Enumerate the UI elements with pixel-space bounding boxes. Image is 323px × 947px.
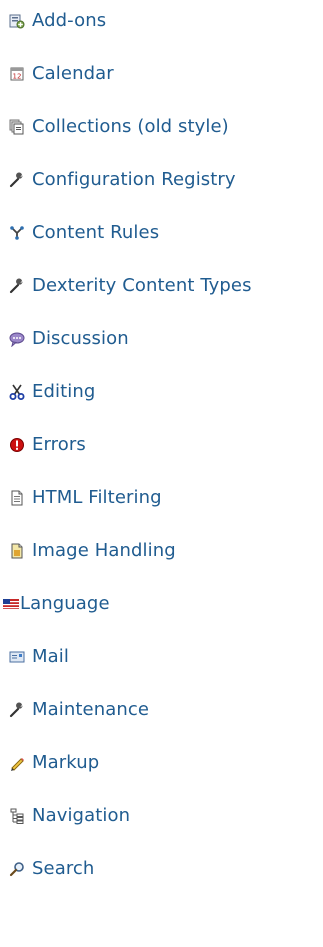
sitemap-icon xyxy=(9,808,25,824)
menu-item-label: Mail xyxy=(32,646,69,667)
menu-item-addons[interactable]: Add-ons xyxy=(0,7,106,35)
flag-icon xyxy=(3,596,19,612)
pencil-icon xyxy=(9,755,25,771)
menu-item-label: Image Handling xyxy=(32,540,176,561)
menu-item-language[interactable]: Language xyxy=(0,590,110,618)
image-icon xyxy=(9,543,25,559)
wrench-icon xyxy=(9,172,25,188)
magnifier-icon xyxy=(9,861,25,877)
menu-item-search[interactable]: Search xyxy=(0,855,94,883)
calendar-icon: 12 xyxy=(9,66,25,82)
menu-item-label: Errors xyxy=(32,434,86,455)
menu-item-label: Navigation xyxy=(32,805,131,826)
menu-item-discussion[interactable]: Discussion xyxy=(0,325,129,353)
svg-text:12: 12 xyxy=(13,73,22,81)
menu-item-maintenance[interactable]: Maintenance xyxy=(0,696,149,724)
menu-item-label: HTML Filtering xyxy=(32,487,162,508)
menu-item-label: Search xyxy=(32,858,95,879)
menu-item-collections[interactable]: Collections (old style) xyxy=(0,113,229,141)
menu-item-dexterity-content-types[interactable]: Dexterity Content Types xyxy=(0,272,252,300)
menu-item-editing[interactable]: Editing xyxy=(0,378,95,406)
menu-item-label: Markup xyxy=(32,752,100,773)
control-panel-menu: Add-ons 12 Calendar Collections (old sty… xyxy=(0,0,323,947)
wrench-icon xyxy=(9,702,25,718)
menu-item-label: Editing xyxy=(32,381,96,402)
menu-item-mail[interactable]: Mail xyxy=(0,643,69,671)
menu-item-label: Content Rules xyxy=(32,222,160,243)
menu-item-label: Discussion xyxy=(32,328,129,349)
content-rules-icon xyxy=(9,225,25,241)
menu-item-label: Calendar xyxy=(32,63,114,84)
menu-item-label: Collections (old style) xyxy=(32,116,229,137)
error-icon xyxy=(9,437,25,453)
menu-item-navigation[interactable]: Navigation xyxy=(0,802,130,830)
menu-item-label: Dexterity Content Types xyxy=(32,275,252,296)
scissors-icon xyxy=(9,384,25,400)
addons-icon xyxy=(9,13,25,29)
menu-item-image-handling[interactable]: Image Handling xyxy=(0,537,176,565)
speech-bubble-icon xyxy=(9,331,25,347)
wrench-icon xyxy=(9,278,25,294)
menu-item-configuration-registry[interactable]: Configuration Registry xyxy=(0,166,236,194)
mail-icon xyxy=(9,649,25,665)
menu-item-content-rules[interactable]: Content Rules xyxy=(0,219,159,247)
collections-icon xyxy=(9,119,25,135)
menu-item-calendar[interactable]: 12 Calendar xyxy=(0,60,114,88)
menu-item-html-filtering[interactable]: HTML Filtering xyxy=(0,484,162,512)
menu-item-errors[interactable]: Errors xyxy=(0,431,86,459)
document-icon xyxy=(9,490,25,506)
menu-item-label: Maintenance xyxy=(32,699,150,720)
menu-item-label: Configuration Registry xyxy=(32,169,236,190)
menu-item-markup[interactable]: Markup xyxy=(0,749,99,777)
menu-item-label: Add-ons xyxy=(32,10,107,31)
menu-item-label: Language xyxy=(20,593,110,614)
